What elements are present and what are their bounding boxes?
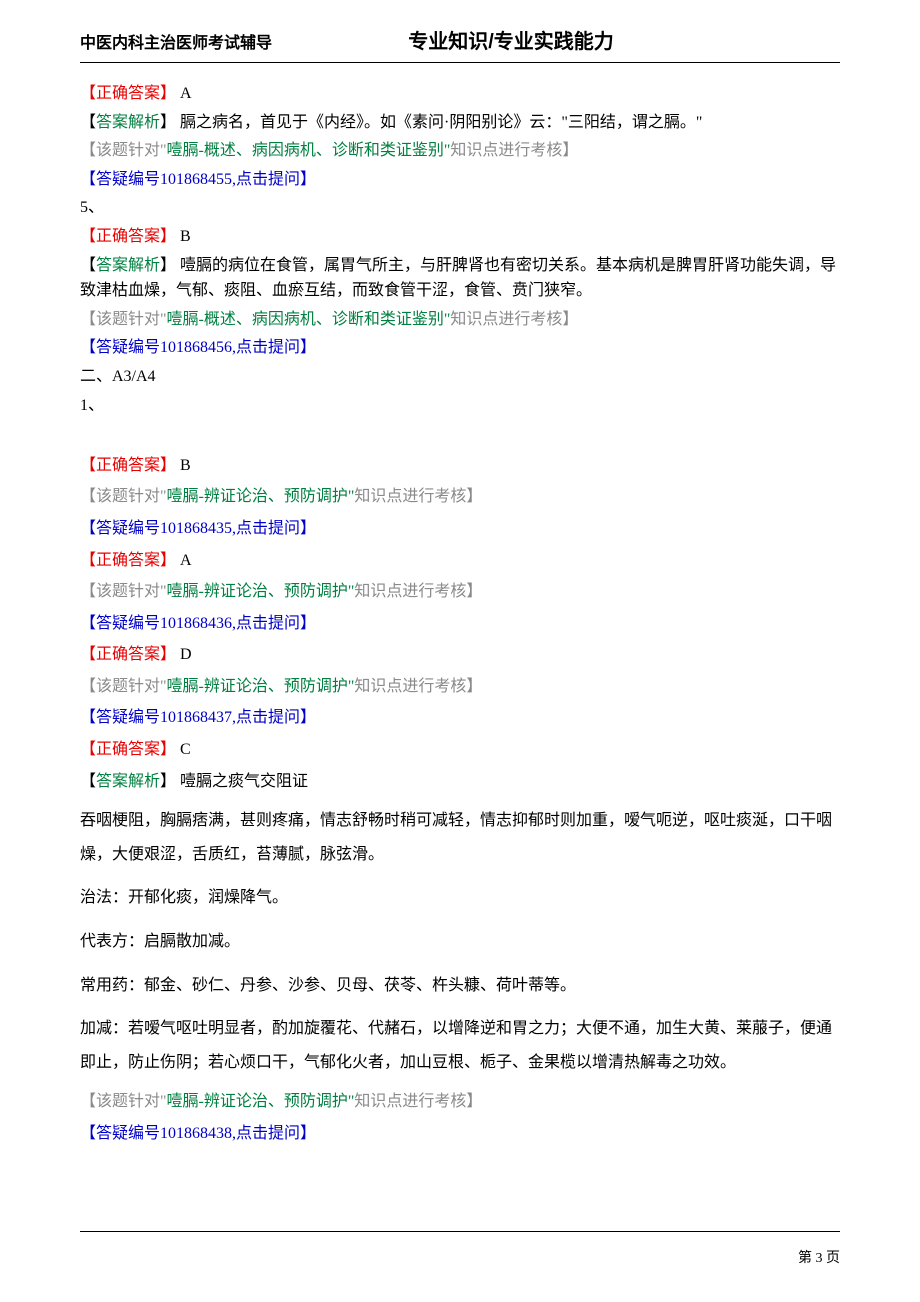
topic-main: 噎膈-概述、病因病机、诊断和类证鉴别"	[167, 311, 451, 328]
topic-open: 【该题针对"	[80, 678, 167, 695]
bracket-close: 】	[160, 257, 176, 274]
correct-answer-label: 【正确答案】	[80, 457, 176, 474]
analysis-label: 答案解析	[96, 773, 160, 790]
topic-open: 【该题针对"	[80, 311, 167, 328]
link-open: 【答疑编号	[80, 1125, 160, 1142]
analysis-block: 【答案解析】 膈之病名，首见于《内经》。如《素问·阴阳别论》云："三阳结，谓之膈…	[80, 110, 840, 136]
analysis-body-line: 加减：若嗳气呕吐明显者，酌加旋覆花、代赭石，以增降逆和胃之力；大便不通，加生大黄…	[80, 1012, 840, 1079]
qa-link-block[interactable]: 【答疑编号101868456,点击提问】	[80, 335, 840, 361]
topic-close: 知识点进行考核】	[354, 583, 482, 600]
topic-main: 噎膈-辨证论治、预防调护"	[167, 583, 355, 600]
topic-block: 【该题针对"噎膈-辨证论治、预防调护"知识点进行考核】	[80, 674, 840, 700]
analysis-body-line: 常用药：郁金、砂仁、丹参、沙参、贝母、茯苓、杵头糠、荷叶蒂等。	[80, 969, 840, 1003]
topic-main: 噎膈-辨证论治、预防调护"	[167, 678, 355, 695]
qa-link-block[interactable]: 【答疑编号101868438,点击提问】	[80, 1121, 840, 1147]
link-action: ,点击提问】	[232, 1125, 316, 1142]
answer-block: 【正确答案】 C	[80, 737, 840, 763]
bracket-open: 【	[80, 114, 96, 131]
bracket-open: 【	[80, 257, 96, 274]
link-id: 101868435	[160, 520, 232, 537]
qa-link-block[interactable]: 【答疑编号101868436,点击提问】	[80, 611, 840, 637]
question-number: 1、	[80, 393, 840, 419]
link-id: 101868456	[160, 339, 232, 356]
answer-value: A	[176, 552, 192, 569]
topic-close: 知识点进行考核】	[354, 1093, 482, 1110]
analysis-block: 【答案解析】 噎膈之痰气交阻证	[80, 769, 840, 795]
answer-value: A	[176, 85, 192, 102]
topic-close: 知识点进行考核】	[450, 311, 578, 328]
link-id: 101868438	[160, 1125, 232, 1142]
question-number: 5、	[80, 195, 840, 221]
topic-main: 噎膈-辨证论治、预防调护"	[167, 488, 355, 505]
topic-main: 噎膈-概述、病因病机、诊断和类证鉴别"	[167, 142, 451, 159]
topic-open: 【该题针对"	[80, 583, 167, 600]
link-action: ,点击提问】	[232, 709, 316, 726]
link-action: ,点击提问】	[232, 520, 316, 537]
link-open: 【答疑编号	[80, 339, 160, 356]
correct-answer-label: 【正确答案】	[80, 228, 176, 245]
link-open: 【答疑编号	[80, 171, 160, 188]
correct-answer-label: 【正确答案】	[80, 646, 176, 663]
topic-block: 【该题针对"噎膈-辨证论治、预防调护"知识点进行考核】	[80, 1089, 840, 1115]
link-id: 101868455	[160, 171, 232, 188]
analysis-label: 答案解析	[96, 114, 160, 131]
analysis-text: 噎膈之痰气交阻证	[176, 773, 308, 790]
link-id: 101868437	[160, 709, 232, 726]
analysis-body-line: 吞咽梗阻，胸膈痞满，甚则疼痛，情志舒畅时稍可减轻，情志抑郁时则加重，嗳气呃逆，呕…	[80, 804, 840, 871]
topic-open: 【该题针对"	[80, 142, 167, 159]
topic-block: 【该题针对"噎膈-辨证论治、预防调护"知识点进行考核】	[80, 579, 840, 605]
answer-value: D	[176, 646, 192, 663]
link-id: 101868436	[160, 615, 232, 632]
answer-block: 【正确答案】 B	[80, 224, 840, 250]
answer-block: 【正确答案】 A	[80, 548, 840, 574]
section-heading: 二、A3/A4	[80, 364, 840, 390]
qa-link-block[interactable]: 【答疑编号101868435,点击提问】	[80, 516, 840, 542]
answer-value: B	[176, 457, 191, 474]
qa-link-block[interactable]: 【答疑编号101868455,点击提问】	[80, 167, 840, 193]
link-open: 【答疑编号	[80, 615, 160, 632]
correct-answer-label: 【正确答案】	[80, 741, 176, 758]
topic-main: 噎膈-辨证论治、预防调护"	[167, 1093, 355, 1110]
header-center-title: 专业知识/专业实践能力	[182, 26, 840, 58]
topic-close: 知识点进行考核】	[354, 678, 482, 695]
analysis-body-line: 代表方：启膈散加减。	[80, 925, 840, 959]
topic-close: 知识点进行考核】	[354, 488, 482, 505]
topic-block: 【该题针对"噎膈-辨证论治、预防调护"知识点进行考核】	[80, 484, 840, 510]
topic-open: 【该题针对"	[80, 1093, 167, 1110]
page-number: 第 3 页	[798, 1251, 840, 1266]
analysis-text: 膈之病名，首见于《内经》。如《素问·阴阳别论》云："三阳结，谓之膈。"	[176, 114, 702, 131]
bracket-open: 【	[80, 773, 96, 790]
correct-answer-label: 【正确答案】	[80, 85, 176, 102]
bracket-close: 】	[160, 773, 176, 790]
analysis-label: 答案解析	[96, 257, 160, 274]
document-page: 中医内科主治医师考试辅导 专业知识/专业实践能力 【正确答案】 A 【答案解析】…	[0, 0, 920, 1302]
footer-rule	[80, 1231, 840, 1232]
page-footer: 第 3 页	[80, 1231, 840, 1270]
spacer	[80, 421, 840, 447]
analysis-body-line: 治法：开郁化痰，润燥降气。	[80, 881, 840, 915]
topic-block: 【该题针对"噎膈-概述、病因病机、诊断和类证鉴别"知识点进行考核】	[80, 307, 840, 333]
link-open: 【答疑编号	[80, 709, 160, 726]
answer-block: 【正确答案】 B	[80, 453, 840, 479]
bracket-close: 】	[160, 114, 176, 131]
link-action: ,点击提问】	[232, 171, 316, 188]
link-open: 【答疑编号	[80, 520, 160, 537]
page-header: 中医内科主治医师考试辅导 专业知识/专业实践能力	[80, 26, 840, 63]
topic-block: 【该题针对"噎膈-概述、病因病机、诊断和类证鉴别"知识点进行考核】	[80, 138, 840, 164]
topic-close: 知识点进行考核】	[450, 142, 578, 159]
topic-open: 【该题针对"	[80, 488, 167, 505]
correct-answer-label: 【正确答案】	[80, 552, 176, 569]
analysis-text: 噎膈的病位在食管，属胃气所主，与肝脾肾也有密切关系。基本病机是脾胃肝肾功能失调，…	[80, 257, 836, 300]
analysis-block: 【答案解析】 噎膈的病位在食管，属胃气所主，与肝脾肾也有密切关系。基本病机是脾胃…	[80, 253, 840, 304]
answer-value: C	[176, 741, 191, 758]
answer-block: 【正确答案】 A	[80, 81, 840, 107]
answer-block: 【正确答案】 D	[80, 642, 840, 668]
answer-value: B	[176, 228, 191, 245]
link-action: ,点击提问】	[232, 615, 316, 632]
link-action: ,点击提问】	[232, 339, 316, 356]
qa-link-block[interactable]: 【答疑编号101868437,点击提问】	[80, 705, 840, 731]
